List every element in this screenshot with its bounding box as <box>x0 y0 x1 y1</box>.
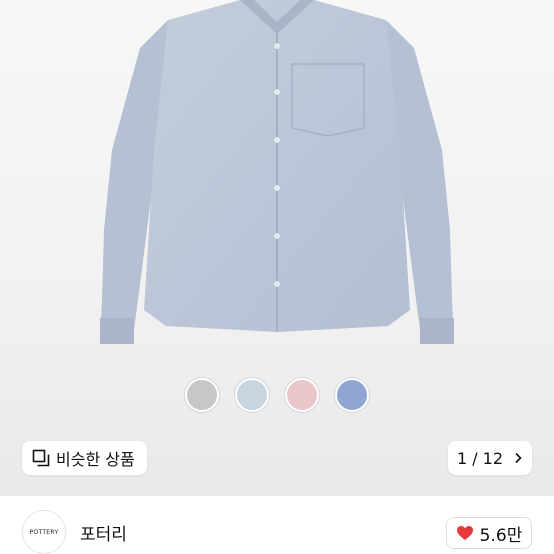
swatch-blue[interactable] <box>335 378 369 412</box>
chevron-right-icon <box>515 452 522 464</box>
seller-row: POTTERY 포터리 5.6만 <box>0 496 554 554</box>
product-image-area: 비슷한 상품 1 / 12 <box>0 0 554 496</box>
swatch-light-blue[interactable] <box>235 378 269 412</box>
like-count: 5.6만 <box>479 525 523 546</box>
seller-logo-text: POTTERY <box>29 528 59 536</box>
product-image[interactable] <box>0 0 554 360</box>
swatch-gray[interactable] <box>185 378 219 412</box>
color-swatches <box>0 378 554 412</box>
pager-text: 1 / 12 <box>456 448 504 468</box>
seller-name[interactable]: 포터리 <box>80 520 127 545</box>
image-pager[interactable]: 1 / 12 <box>448 441 532 475</box>
similar-items-icon <box>32 449 50 467</box>
swatch-pink[interactable] <box>285 378 319 412</box>
seller-avatar[interactable]: POTTERY <box>22 510 66 554</box>
heart-icon <box>456 526 473 540</box>
similar-items-button[interactable]: 비슷한 상품 <box>22 441 147 475</box>
like-button[interactable]: 5.6만 <box>446 517 532 549</box>
similar-items-label: 비슷한 상품 <box>56 450 135 469</box>
